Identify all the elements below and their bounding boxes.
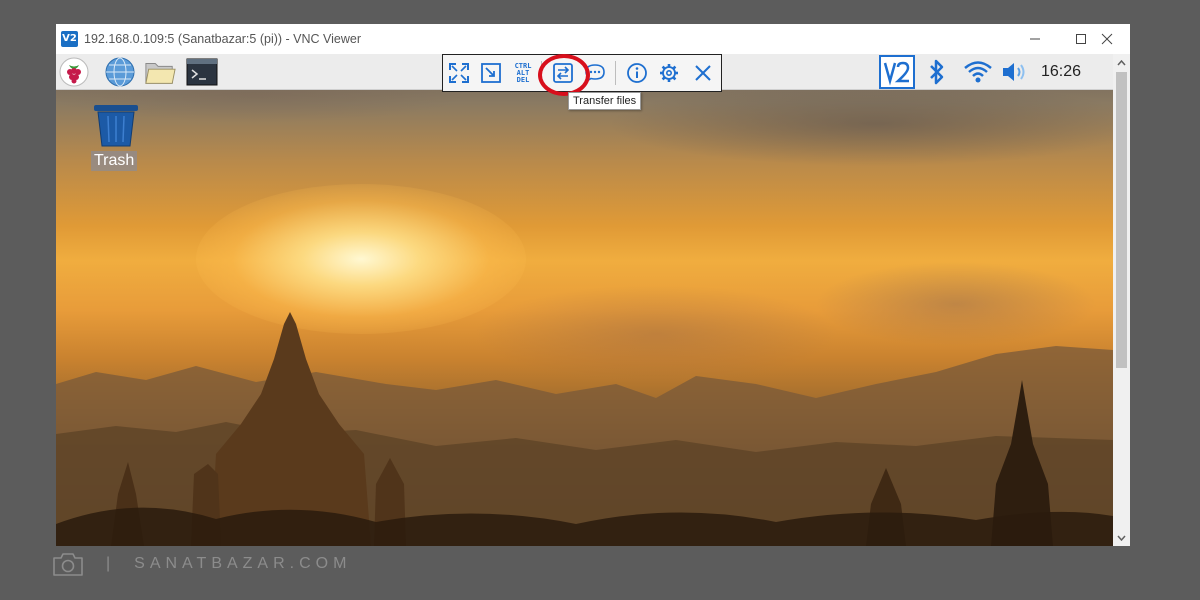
- wifi-icon: [964, 61, 992, 83]
- folder-icon: [145, 63, 176, 84]
- ctrl-alt-del-button[interactable]: CTRL ALT DEL: [508, 59, 538, 87]
- web-browser-button[interactable]: [104, 56, 136, 88]
- info-icon: [627, 63, 647, 83]
- remote-desktop[interactable]: 16:26 Trash CTRL ALT DEL Transfer files: [56, 54, 1113, 546]
- vnc-server-icon: [879, 55, 915, 89]
- close-session-button[interactable]: [688, 59, 718, 87]
- terminal-icon: [186, 58, 218, 86]
- transfer-files-tooltip: Transfer files: [568, 92, 642, 110]
- camera-icon: [53, 553, 83, 576]
- raspberry-menu-button[interactable]: [58, 56, 90, 88]
- scroll-down-button[interactable]: [1113, 530, 1130, 546]
- bluetooth-icon: [930, 59, 944, 85]
- minimize-button[interactable]: [1012, 24, 1058, 54]
- full-screen-button[interactable]: [444, 59, 474, 87]
- volume-button[interactable]: [1000, 54, 1030, 90]
- close-icon: [695, 65, 711, 81]
- chevron-down-icon: [1117, 535, 1126, 541]
- scroll-thumb[interactable]: [1116, 72, 1127, 368]
- ctrl-alt-del-icon: CTRL ALT DEL: [514, 61, 532, 84]
- watermark-separator: |: [106, 555, 111, 572]
- minimize-icon: [1030, 38, 1040, 40]
- file-manager-button[interactable]: [144, 56, 176, 88]
- watermark: | SANATBAZAR.COM: [52, 551, 351, 577]
- temple-silhouettes: [56, 312, 1113, 546]
- terminal-button[interactable]: [186, 56, 218, 88]
- vnc-logo-icon: V2: [61, 31, 78, 47]
- info-button[interactable]: [622, 59, 652, 87]
- close-icon: [1101, 33, 1113, 45]
- scale-icon: [481, 63, 501, 83]
- bluetooth-button[interactable]: [922, 54, 952, 90]
- raspberry-icon: [59, 57, 89, 87]
- vertical-scrollbar[interactable]: [1113, 54, 1130, 546]
- globe-icon: [105, 57, 135, 87]
- title-bar[interactable]: V2 192.168.0.109:5 (Sanatbazar:5 (pi)) -…: [56, 24, 1130, 54]
- window-title: 192.168.0.109:5 (Sanatbazar:5 (pi)) - VN…: [84, 32, 362, 46]
- scroll-up-button[interactable]: [1113, 55, 1130, 71]
- vnc-viewer-window: V2 192.168.0.109:5 (Sanatbazar:5 (pi)) -…: [56, 24, 1130, 546]
- trash-desktop-icon[interactable]: [92, 104, 140, 148]
- toolbar-separator: [615, 61, 616, 85]
- trash-icon: [94, 105, 138, 147]
- watermark-text: SANATBAZAR.COM: [134, 555, 352, 572]
- gear-icon: [660, 64, 678, 82]
- panel-clock: 16:26: [1041, 63, 1082, 80]
- transfer-files-highlight: [538, 54, 590, 96]
- wifi-button[interactable]: [960, 54, 996, 90]
- settings-button[interactable]: [654, 59, 684, 87]
- scale-to-window-button[interactable]: [476, 59, 506, 87]
- close-window-button[interactable]: [1084, 24, 1130, 54]
- trash-label[interactable]: Trash: [91, 151, 138, 171]
- volume-icon: [1003, 63, 1025, 81]
- vnc-server-tray-button[interactable]: [878, 54, 916, 90]
- chevron-up-icon: [1117, 60, 1126, 66]
- full-screen-icon: [449, 63, 469, 83]
